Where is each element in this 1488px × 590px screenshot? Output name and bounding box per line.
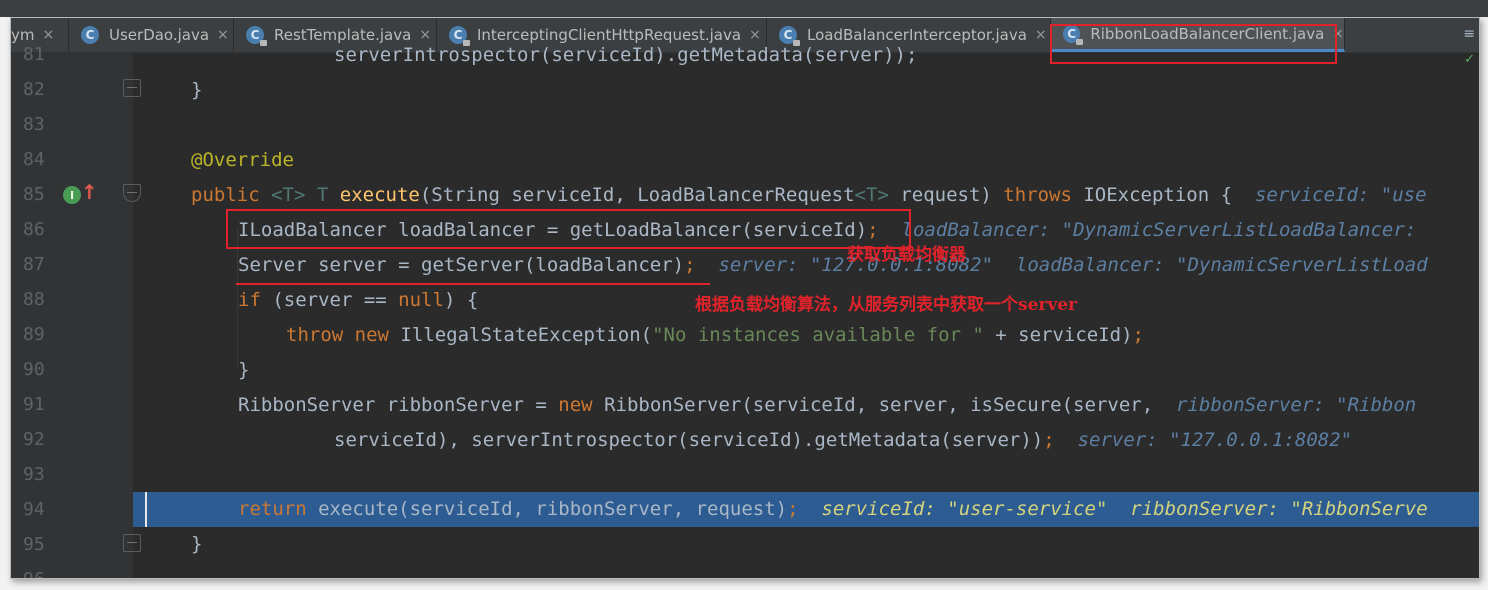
code-line-85: public <T> T execute(String serviceId, L… [191,184,1427,206]
code-line-90: } [238,359,250,381]
code-line-95: } [191,533,203,555]
code-line-88: if (server == null) { [238,289,479,311]
code-line-92: serviceId), serverIntrospector(serviceId… [334,429,1353,451]
code-line-81: serverIntrospector(serviceId).getMetadat… [334,44,918,66]
code-line-91: RibbonServer ribbonServer = new RibbonSe… [238,394,1417,416]
code-line-94: return execute(serviceId, ribbonServer, … [238,498,1428,520]
code-line-82: } [191,79,203,101]
get-server-red-underline [236,283,710,285]
code-line-87: Server server = getServer(loadBalancer);… [238,254,1428,276]
get-load-balancer-red-box [226,209,911,249]
active-tab-red-box [1050,24,1337,64]
annotation-get-server: 根据负载均衡算法，从服务列表中获取一个server [695,295,1077,315]
code-line-89: throw new IllegalStateException("No inst… [286,324,1144,346]
annotation-get-load-balancer: 获取负载均衡器 [847,245,966,265]
editor-window: ym × C UserDao.java × C RestTemplate.jav… [10,17,1480,579]
window-top-strip [0,0,1488,17]
code-line-84: @Override [191,149,294,171]
